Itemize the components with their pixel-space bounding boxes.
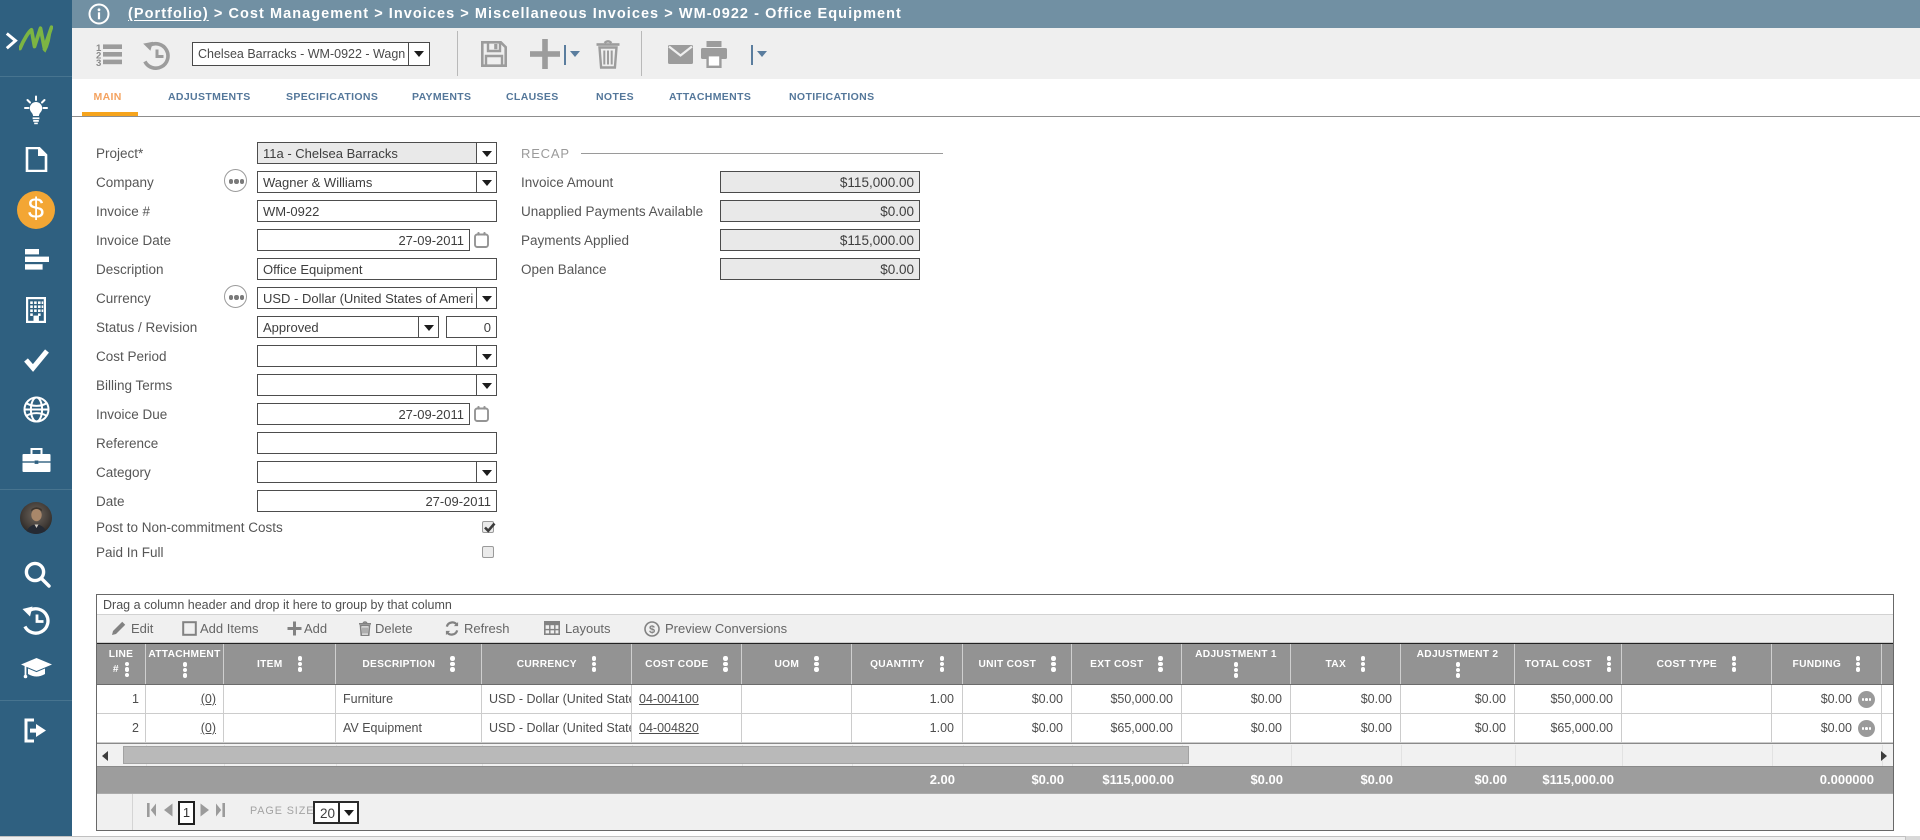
svg-text:$: $ <box>649 624 655 636</box>
svg-text:3: 3 <box>96 58 101 66</box>
